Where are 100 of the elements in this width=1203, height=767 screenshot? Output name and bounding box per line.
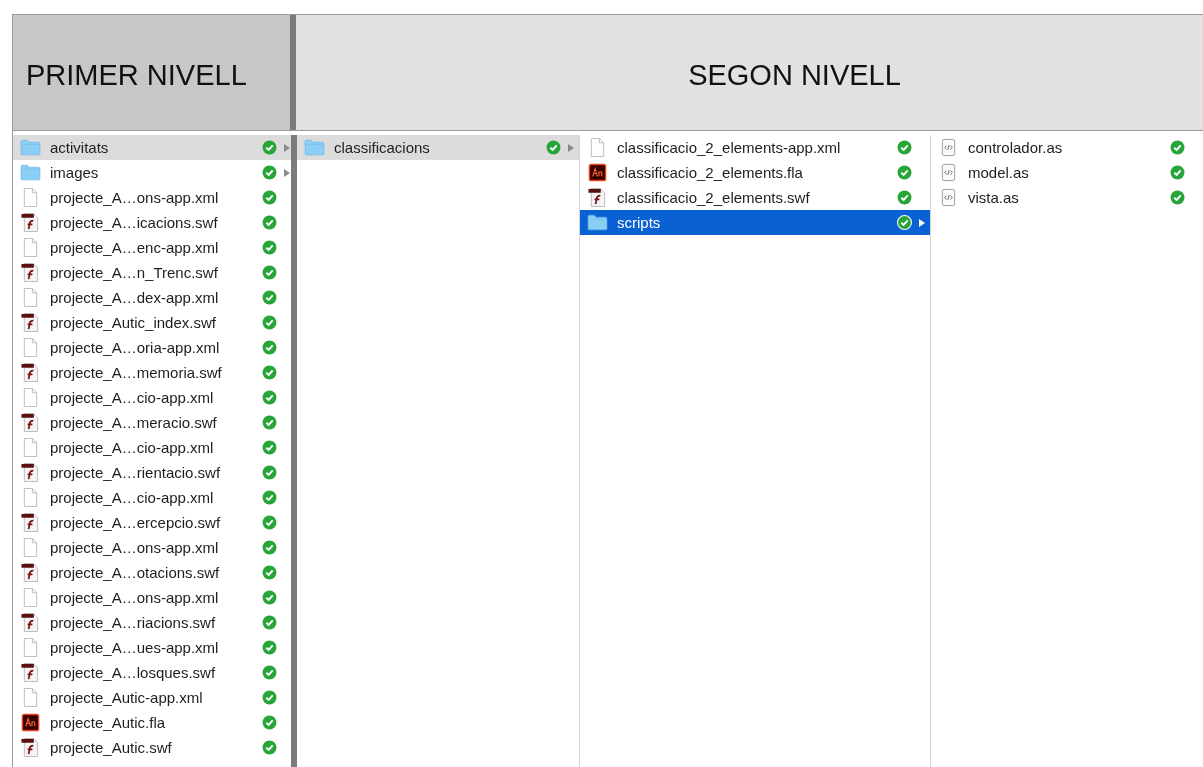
file-name: projecte_A…riacions.swf: [50, 614, 217, 631]
file-name: projecte_A…cio-app.xml: [50, 389, 215, 406]
animate-file-icon: [20, 713, 41, 732]
check-icon: [262, 465, 277, 480]
file-row[interactable]: projecte_A…losques.swf: [13, 660, 291, 685]
folder-icon: [20, 138, 41, 157]
check-icon: [1170, 140, 1185, 155]
check-icon: [262, 615, 277, 630]
file-row[interactable]: projecte_Autic.fla: [13, 710, 291, 735]
file-name: projecte_A…meracio.swf: [50, 414, 218, 431]
file-row[interactable]: projecte_A…oria-app.xml: [13, 335, 291, 360]
file-row[interactable]: projecte_A…enc-app.xml: [13, 235, 291, 260]
check-icon: [262, 315, 277, 330]
file-name: projecte_A…ons-app.xml: [50, 189, 220, 206]
file-name: classificacio_2_elements.swf: [617, 189, 811, 206]
file-row[interactable]: projecte_A…dex-app.xml: [13, 285, 291, 310]
check-icon: [262, 665, 277, 680]
file-row[interactable]: projecte_A…cio-app.xml: [13, 435, 291, 460]
flash-file-icon: [20, 613, 41, 632]
file-name: projecte_Autic_index.swf: [50, 314, 217, 331]
flash-file-icon: [20, 463, 41, 482]
file-row[interactable]: projecte_A…meracio.swf: [13, 410, 291, 435]
check-icon: [262, 715, 277, 730]
file-name: projecte_A…memoria.swf: [50, 364, 223, 381]
file-name: vista.as: [968, 189, 1020, 206]
check-icon: [1170, 190, 1185, 205]
file-row[interactable]: controlador.as: [931, 135, 1203, 160]
file-row[interactable]: projecte_A…rientacio.swf: [13, 460, 291, 485]
file-row[interactable]: projecte_Autic.swf: [13, 735, 291, 760]
folder-icon: [304, 138, 325, 157]
file-row[interactable]: scripts: [580, 210, 930, 235]
flash-file-icon: [20, 213, 41, 232]
file-name: projecte_A…cio-app.xml: [50, 439, 215, 456]
disclosure-arrow-icon[interactable]: [918, 217, 926, 228]
file-row[interactable]: projecte_A…ons-app.xml: [13, 585, 291, 610]
file-name: classificacio_2_elements-app.xml: [617, 139, 842, 156]
check-icon: [262, 540, 277, 555]
flash-file-icon: [20, 263, 41, 282]
file-row[interactable]: classificacio_2_elements.swf: [580, 185, 930, 210]
disclosure-arrow-icon[interactable]: [283, 167, 291, 178]
flash-file-icon: [20, 513, 41, 532]
file-row[interactable]: projecte_A…n_Trenc.swf: [13, 260, 291, 285]
folder-icon: [20, 163, 41, 182]
check-icon: [897, 140, 912, 155]
flash-file-icon: [20, 413, 41, 432]
file-row[interactable]: projecte_A…memoria.swf: [13, 360, 291, 385]
check-icon: [262, 740, 277, 755]
check-icon: [897, 190, 912, 205]
check-icon: [262, 440, 277, 455]
check-icon: [897, 215, 912, 230]
check-icon: [262, 165, 277, 180]
file-row[interactable]: classificacions: [297, 135, 579, 160]
file-name: projecte_A…icacions.swf: [50, 214, 219, 231]
file-row[interactable]: projecte_A…icacions.swf: [13, 210, 291, 235]
file-name: projecte_Autic.swf: [50, 739, 173, 756]
check-icon: [262, 690, 277, 705]
check-icon: [262, 515, 277, 530]
file-row[interactable]: vista.as: [931, 185, 1203, 210]
check-icon: [262, 265, 277, 280]
file-row[interactable]: projecte_A…ons-app.xml: [13, 535, 291, 560]
file-name: scripts: [617, 214, 662, 231]
check-icon: [546, 140, 561, 155]
check-icon: [262, 240, 277, 255]
file-row[interactable]: projecte_Autic_index.swf: [13, 310, 291, 335]
disclosure-arrow-icon[interactable]: [283, 142, 291, 153]
file-name: projecte_Autic.fla: [50, 714, 167, 731]
file-name: projecte_A…oria-app.xml: [50, 339, 221, 356]
check-icon: [262, 590, 277, 605]
file-name: projecte_A…dex-app.xml: [50, 289, 220, 306]
file-row[interactable]: projecte_A…ues-app.xml: [13, 635, 291, 660]
level-heading: PRIMER NIVELL: [26, 58, 247, 92]
file-row[interactable]: projecte_A…ercepcio.swf: [13, 510, 291, 535]
file-row[interactable]: projecte_Autic-app.xml: [13, 685, 291, 710]
file-row[interactable]: projecte_A…riacions.swf: [13, 610, 291, 635]
disclosure-arrow-icon[interactable]: [567, 142, 575, 153]
file-name: projecte_A…otacions.swf: [50, 564, 221, 581]
file-row[interactable]: model.as: [931, 160, 1203, 185]
flash-file-icon: [20, 313, 41, 332]
check-icon: [897, 165, 912, 180]
file-name: projecte_A…losques.swf: [50, 664, 217, 681]
check-icon: [262, 290, 277, 305]
file-name: projecte_A…ons-app.xml: [50, 539, 220, 556]
file-row[interactable]: classificacio_2_elements-app.xml: [580, 135, 930, 160]
file-row[interactable]: projecte_A…cio-app.xml: [13, 385, 291, 410]
folder-icon: [587, 213, 608, 232]
file-row[interactable]: images: [13, 160, 291, 185]
file-row[interactable]: classificacio_2_elements.fla: [580, 160, 930, 185]
file-name: projecte_A…n_Trenc.swf: [50, 264, 219, 281]
flash-file-icon: [20, 738, 41, 757]
flash-file-icon: [20, 663, 41, 682]
file-name: projecte_A…rientacio.swf: [50, 464, 222, 481]
file-name: projecte_A…ons-app.xml: [50, 589, 220, 606]
file-name: classificacions: [334, 139, 431, 156]
file-row[interactable]: projecte_A…cio-app.xml: [13, 485, 291, 510]
file-row[interactable]: activitats: [13, 135, 291, 160]
check-icon: [262, 140, 277, 155]
animate-file-icon: [587, 163, 608, 182]
file-row[interactable]: projecte_A…otacions.swf: [13, 560, 291, 585]
file-row[interactable]: projecte_A…ons-app.xml: [13, 185, 291, 210]
flash-file-icon: [20, 363, 41, 382]
